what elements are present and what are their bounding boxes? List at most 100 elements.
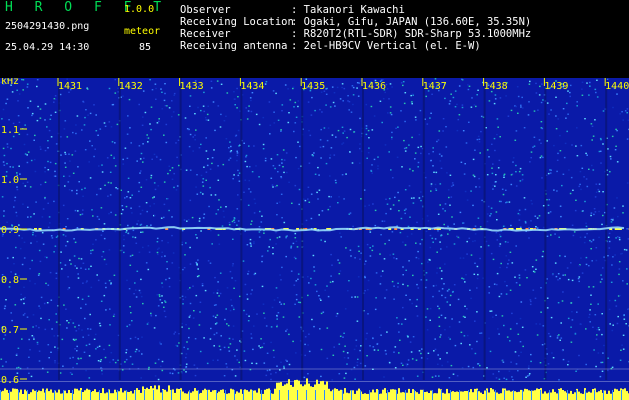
noise-dot bbox=[550, 169, 552, 171]
noise-dot bbox=[580, 144, 583, 147]
noise-dot bbox=[478, 177, 480, 180]
noise-dot bbox=[488, 100, 491, 102]
noise-dot bbox=[450, 93, 452, 95]
noise-dot bbox=[289, 99, 292, 101]
noise-dot bbox=[206, 113, 209, 116]
noise-dot bbox=[125, 349, 128, 351]
histogram-bar bbox=[218, 391, 220, 400]
noise-dot bbox=[312, 254, 315, 257]
noise-dot bbox=[325, 88, 327, 90]
noise-dot bbox=[2, 147, 5, 150]
noise-dot bbox=[356, 87, 358, 89]
histogram-bar bbox=[22, 394, 24, 400]
histogram-bar bbox=[376, 389, 378, 400]
noise-dot bbox=[258, 236, 261, 238]
noise-dot bbox=[22, 89, 24, 91]
noise-dot bbox=[231, 265, 234, 267]
noise-dot bbox=[464, 190, 467, 193]
noise-dot bbox=[597, 352, 600, 354]
noise-dot bbox=[280, 130, 282, 132]
histogram-bar bbox=[596, 392, 598, 400]
noise-dot bbox=[341, 126, 344, 128]
noise-dot bbox=[171, 262, 174, 264]
histogram-bar bbox=[544, 391, 546, 400]
histogram-bar bbox=[240, 389, 242, 400]
noise-dot bbox=[557, 118, 559, 120]
noise-dot bbox=[358, 162, 361, 164]
noise-dot bbox=[295, 116, 298, 118]
noise-dot bbox=[503, 176, 505, 178]
noise-dot bbox=[217, 281, 219, 283]
noise-dot bbox=[297, 100, 299, 102]
noise-dot bbox=[607, 236, 610, 238]
histogram-bar bbox=[12, 388, 14, 400]
noise-dot bbox=[26, 133, 29, 136]
noise-dot bbox=[429, 117, 431, 119]
noise-dot bbox=[463, 173, 466, 175]
noise-dot bbox=[578, 354, 580, 357]
noise-dot bbox=[388, 239, 390, 241]
histogram-gap bbox=[351, 390, 352, 400]
histogram-bar bbox=[552, 389, 554, 400]
noise-dot bbox=[578, 276, 581, 278]
noise-dot bbox=[135, 242, 138, 244]
histogram-gap bbox=[144, 390, 145, 400]
noise-dot bbox=[48, 319, 50, 321]
histogram-bar bbox=[100, 393, 102, 400]
noise-dot bbox=[366, 157, 368, 159]
noise-dot bbox=[462, 278, 465, 280]
histogram-gap bbox=[225, 390, 226, 400]
noise-dot bbox=[547, 204, 550, 206]
noise-dot bbox=[593, 208, 596, 210]
noise-dot bbox=[574, 333, 577, 335]
noise-dot bbox=[588, 265, 590, 267]
noise-dot bbox=[160, 365, 162, 367]
noise-dot bbox=[415, 119, 417, 121]
noise-dot bbox=[548, 198, 551, 201]
noise-dot bbox=[408, 260, 410, 262]
noise-dot bbox=[88, 268, 90, 270]
noise-dot bbox=[234, 104, 236, 106]
noise-dot bbox=[459, 211, 462, 214]
noise-dot bbox=[491, 143, 493, 145]
noise-dot bbox=[313, 266, 315, 268]
noise-dot bbox=[139, 292, 142, 294]
noise-dot bbox=[569, 84, 572, 87]
noise-dot bbox=[324, 240, 326, 243]
noise-dot bbox=[82, 101, 85, 103]
noise-dot bbox=[227, 346, 230, 349]
noise-dot bbox=[384, 349, 387, 352]
noise-dot bbox=[27, 151, 30, 153]
noise-dot bbox=[72, 366, 74, 369]
noise-dot bbox=[185, 324, 187, 326]
histogram-gap bbox=[126, 390, 127, 400]
noise-dot bbox=[195, 261, 198, 264]
noise-dot bbox=[54, 245, 57, 247]
noise-dot bbox=[17, 100, 19, 102]
noise-dot bbox=[367, 152, 370, 154]
noise-dot bbox=[496, 118, 499, 120]
noise-dot bbox=[132, 236, 134, 238]
noise-dot bbox=[181, 295, 184, 297]
histogram-bar bbox=[508, 390, 510, 400]
noise-dot bbox=[225, 308, 227, 310]
noise-dot bbox=[521, 174, 524, 176]
histogram-bar bbox=[208, 389, 210, 400]
noise-dot bbox=[492, 184, 495, 187]
noise-dot bbox=[307, 294, 309, 297]
noise-dot bbox=[496, 239, 499, 241]
noise-dot bbox=[486, 149, 489, 151]
noise-dot bbox=[22, 79, 25, 81]
noise-dot bbox=[82, 209, 84, 211]
noise-dot bbox=[503, 324, 505, 327]
noise-dot bbox=[435, 284, 438, 287]
noise-dot bbox=[141, 336, 143, 338]
noise-dot bbox=[547, 212, 550, 214]
noise-dot bbox=[156, 241, 159, 243]
noise-dot bbox=[585, 225, 588, 228]
noise-dot bbox=[439, 183, 442, 185]
noise-dot bbox=[331, 264, 333, 266]
noise-dot bbox=[319, 328, 321, 330]
histogram-gap bbox=[297, 390, 298, 400]
noise-dot bbox=[373, 115, 376, 117]
